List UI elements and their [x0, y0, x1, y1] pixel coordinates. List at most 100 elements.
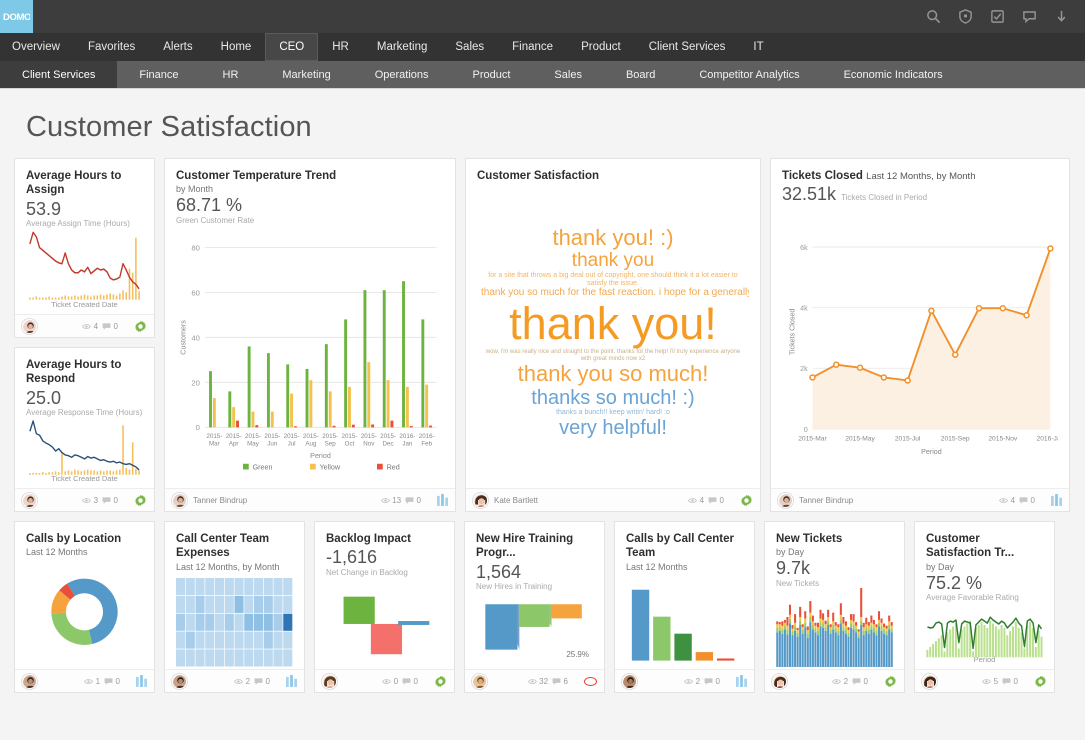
word-cloud-term[interactable]: thanks a bunch!! keep writin' hard! :o: [477, 409, 749, 417]
tasks-check-icon[interactable]: [990, 9, 1005, 24]
oval-icon[interactable]: [584, 677, 597, 686]
gear-icon[interactable]: [1034, 675, 1047, 688]
nav-item-favorites[interactable]: Favorites: [74, 33, 149, 61]
search-icon[interactable]: [926, 9, 941, 24]
card-customer-satisfaction-trend[interactable]: Customer Satisfaction Tr... by Day 75.2 …: [914, 521, 1055, 693]
alerts-shield-icon[interactable]: [958, 9, 973, 24]
avatar[interactable]: [322, 674, 337, 689]
word-cloud-term[interactable]: thank you!: [477, 299, 749, 349]
word-cloud-term[interactable]: thank you: [477, 250, 749, 271]
word-cloud[interactable]: thank you! :)thank youfor a site that th…: [477, 183, 749, 488]
donut-chart-calls-by-location[interactable]: [26, 557, 143, 667]
nav-item-alerts[interactable]: Alerts: [149, 33, 206, 61]
bar-chart-icon[interactable]: [286, 675, 297, 687]
avatar[interactable]: [172, 674, 187, 689]
sparkline-chart-respond[interactable]: [26, 417, 143, 487]
card-action[interactable]: [884, 675, 897, 688]
card-customer-satisfaction-wordcloud[interactable]: Customer Satisfaction thank you! :)thank…: [465, 158, 761, 512]
gear-icon[interactable]: [884, 675, 897, 688]
card-call-center-team-expenses[interactable]: Call Center Team Expenses Last 12 Months…: [164, 521, 305, 693]
subnav-item-board[interactable]: Board: [604, 61, 677, 88]
avatar[interactable]: [922, 674, 937, 689]
subnav-item-marketing[interactable]: Marketing: [260, 61, 352, 88]
gear-icon[interactable]: [740, 494, 753, 507]
card-footer: 0 0: [315, 669, 454, 692]
nav-item-home[interactable]: Home: [207, 33, 266, 61]
nav-item-marketing[interactable]: Marketing: [363, 33, 442, 61]
nav-item-sales[interactable]: Sales: [441, 33, 498, 61]
card-action[interactable]: [437, 494, 448, 506]
area-chart-tickets-closed[interactable]: 02k4k6k2015-Mar2015-May2015-Jul2015-Sep2…: [782, 214, 1058, 486]
subnav-item-competitor-analytics[interactable]: Competitor Analytics: [677, 61, 821, 88]
bar-chart-icon[interactable]: [1051, 494, 1062, 506]
avatar[interactable]: [473, 493, 488, 508]
avatar[interactable]: [622, 674, 637, 689]
word-cloud-term[interactable]: very helpful!: [477, 417, 749, 439]
messages-chat-icon[interactable]: [1022, 9, 1037, 24]
nav-item-overview[interactable]: Overview: [0, 33, 74, 61]
word-cloud-term[interactable]: thanks so much! :): [477, 387, 749, 409]
nav-item-it[interactable]: IT: [739, 33, 777, 61]
nav-item-finance[interactable]: Finance: [498, 33, 567, 61]
bar-chart-icon[interactable]: [437, 494, 448, 506]
card-action[interactable]: [434, 675, 447, 688]
card-new-hire-training[interactable]: New Hire Training Progr... 1,564 New Hir…: [464, 521, 605, 693]
combo-chart-customer-sat-trend[interactable]: [926, 602, 1043, 664]
avatar[interactable]: [22, 319, 37, 334]
subnav-item-operations[interactable]: Operations: [353, 61, 451, 88]
subnav-item-economic-indicators[interactable]: Economic Indicators: [822, 61, 965, 88]
card-new-tickets[interactable]: New Tickets by Day 9.7k New Tickets 2: [764, 521, 905, 693]
funnel-chart-new-hire[interactable]: 25.9%: [476, 591, 593, 667]
card-action[interactable]: [1034, 675, 1047, 688]
gear-icon[interactable]: [134, 320, 147, 333]
bar-chart-calls-by-team[interactable]: [626, 572, 743, 667]
word-cloud-term[interactable]: for a site that throws a big deal out of…: [477, 272, 749, 288]
gear-icon[interactable]: [134, 494, 147, 507]
nav-item-ceo[interactable]: CEO: [265, 33, 318, 61]
card-average-hours-to-assign[interactable]: Average Hours to Assign 53.9 Average Ass…: [14, 158, 155, 338]
downloads-arrow-icon[interactable]: [1054, 9, 1069, 24]
avatar[interactable]: [472, 674, 487, 689]
nav-item-hr[interactable]: HR: [318, 33, 363, 61]
card-action[interactable]: [584, 677, 597, 686]
word-cloud-term[interactable]: thank you! :): [477, 226, 749, 251]
subnav-item-hr[interactable]: HR: [201, 61, 261, 88]
card-action[interactable]: [134, 320, 147, 333]
card-average-hours-to-respond[interactable]: Average Hours to Respond 25.0 Average Re…: [14, 347, 155, 512]
avatar[interactable]: [22, 674, 37, 689]
card-customer-temperature-trend[interactable]: Customer Temperature Trend by Month 68.7…: [164, 158, 456, 512]
card-body: Average Hours to Assign 53.9 Average Ass…: [15, 159, 154, 314]
word-cloud-term[interactable]: wow, i'm was really nice and straight to…: [477, 349, 749, 362]
domo-logo[interactable]: DOMO: [0, 0, 33, 33]
avatar[interactable]: [778, 493, 793, 508]
heatmap-chart-expenses[interactable]: [176, 578, 293, 667]
card-action[interactable]: [736, 675, 747, 687]
card-action[interactable]: [134, 494, 147, 507]
card-tickets-closed[interactable]: Tickets Closed Last 12 Months, by Month …: [770, 158, 1070, 512]
bar-chart-customer-temperature[interactable]: 0204060802015-Mar2015-Apr2015-May2015-Ju…: [176, 229, 444, 486]
nav-item-client-services[interactable]: Client Services: [635, 33, 740, 61]
avatar[interactable]: [22, 493, 37, 508]
sparkline-chart-assign[interactable]: [26, 228, 143, 313]
card-action[interactable]: [286, 675, 297, 687]
subnav-item-product[interactable]: Product: [451, 61, 533, 88]
subnav-item-finance[interactable]: Finance: [117, 61, 200, 88]
waterfall-chart-backlog[interactable]: [326, 577, 443, 667]
card-action[interactable]: [136, 675, 147, 687]
subnav-item-client-services[interactable]: Client Services: [0, 61, 117, 88]
word-cloud-term[interactable]: thank you so much for the fast reaction.…: [477, 287, 749, 298]
card-action[interactable]: [740, 494, 753, 507]
word-cloud-term[interactable]: thank you so much!: [477, 362, 749, 387]
bar-chart-icon[interactable]: [736, 675, 747, 687]
avatar[interactable]: [172, 493, 187, 508]
card-calls-by-call-center-team[interactable]: Calls by Call Center Team Last 12 Months…: [614, 521, 755, 693]
nav-item-product[interactable]: Product: [567, 33, 635, 61]
card-calls-by-location[interactable]: Calls by Location Last 12 Months 1 0: [14, 521, 155, 693]
gear-icon[interactable]: [434, 675, 447, 688]
subnav-item-sales[interactable]: Sales: [532, 61, 604, 88]
card-action[interactable]: [1051, 494, 1062, 506]
bar-chart-icon[interactable]: [136, 675, 147, 687]
card-backlog-impact[interactable]: Backlog Impact -1,616 Net Change in Back…: [314, 521, 455, 693]
stacked-bar-chart-new-tickets[interactable]: [776, 588, 893, 667]
avatar[interactable]: [772, 674, 787, 689]
